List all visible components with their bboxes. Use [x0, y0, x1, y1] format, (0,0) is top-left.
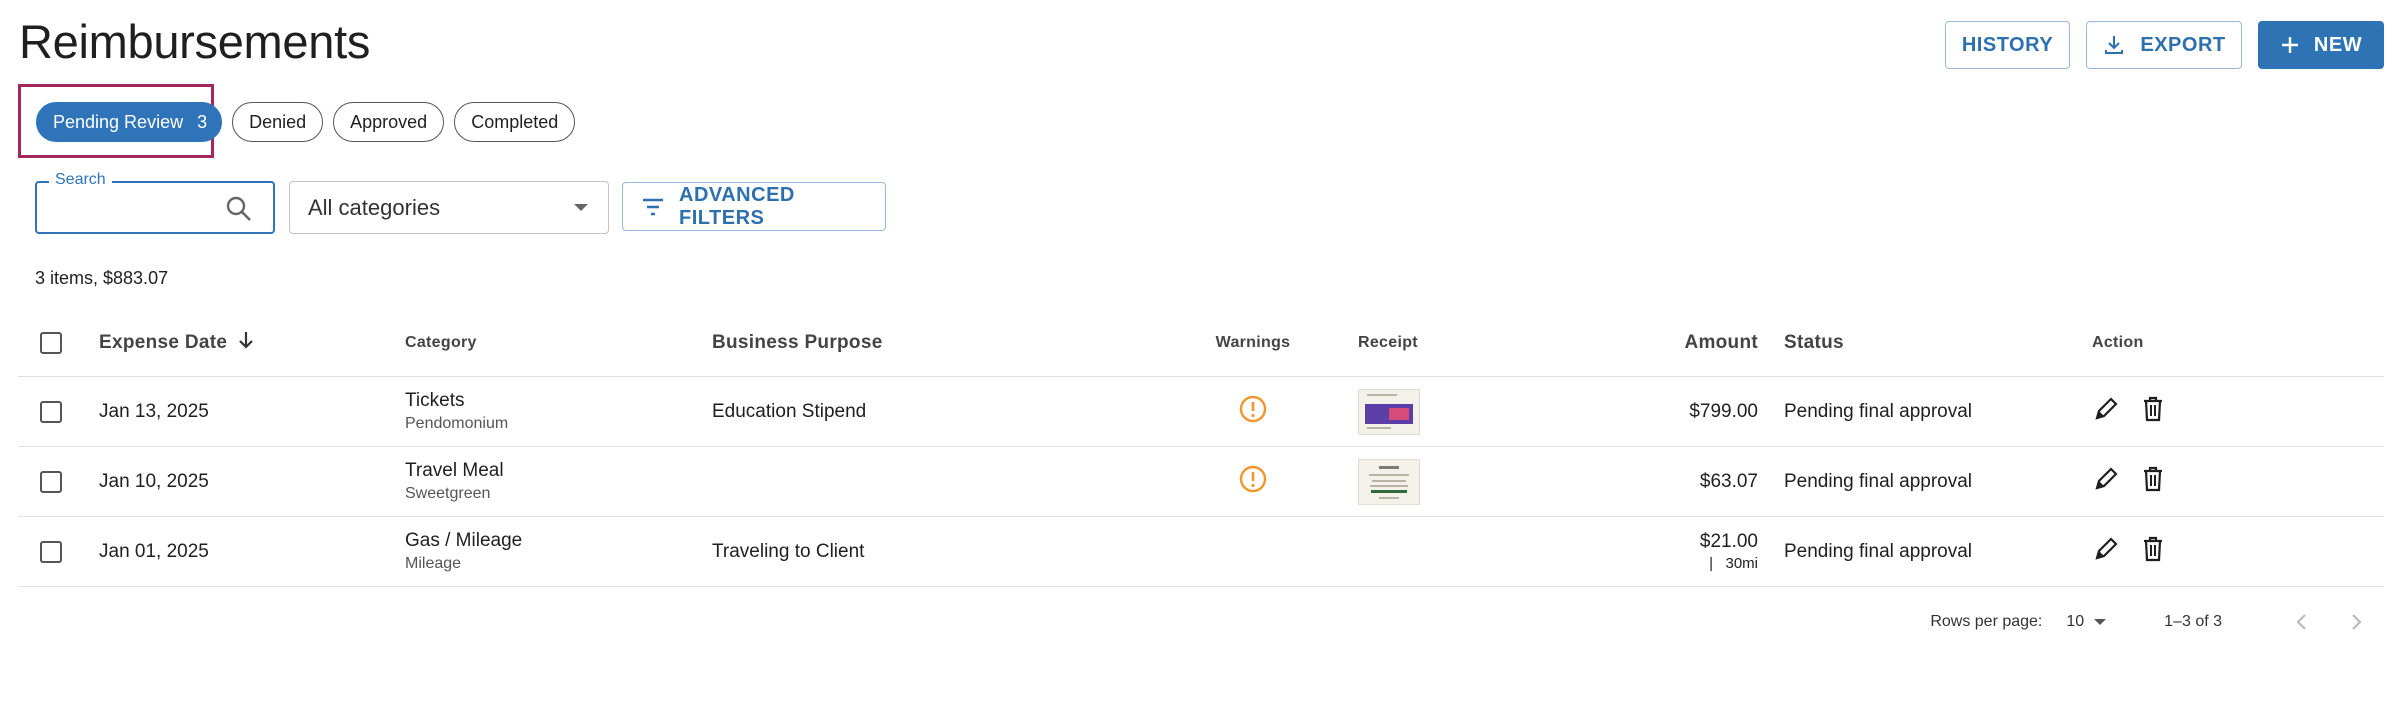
select-all-checkbox[interactable]: [40, 332, 62, 354]
status-text: Pending final approval: [1784, 400, 1973, 422]
expense-date: Jan 01, 2025: [99, 540, 209, 562]
category-cell: Travel Meal Sweetgreen: [405, 447, 504, 516]
page-title: Reimbursements: [19, 15, 371, 68]
expense-date: Jan 10, 2025: [99, 470, 209, 492]
category-select-value: All categories: [308, 194, 441, 220]
tab-label: Denied: [249, 111, 307, 132]
business-purpose: Traveling to Client: [712, 540, 865, 562]
top-actions: HISTORY EXPORT NEW: [1945, 21, 2384, 69]
amount: $799.00: [1689, 377, 1758, 446]
trash-icon[interactable]: [2140, 465, 2166, 498]
amount-value: $799.00: [1689, 400, 1758, 422]
category-name: Travel Meal: [405, 460, 504, 481]
history-button-label: HISTORY: [1961, 33, 2054, 56]
tab-count-badge: 3: [197, 111, 208, 132]
page-range: 1–3 of 3: [2164, 613, 2222, 630]
chevron-left-icon[interactable]: [2284, 604, 2320, 640]
rows-per-page-select[interactable]: 10: [2066, 613, 2107, 631]
chevron-down-icon: [2094, 619, 2107, 625]
table-row[interactable]: Jan 01, 2025 Gas / Mileage Mileage Trave…: [18, 517, 2384, 587]
tab-approved[interactable]: Approved: [333, 102, 445, 142]
category-cell: Gas / Mileage Mileage: [405, 517, 522, 586]
filter-icon: [641, 197, 665, 217]
category-name: Tickets: [405, 390, 465, 411]
export-button-label: EXPORT: [2140, 33, 2226, 56]
mileage-distance: | 30mi: [1709, 555, 1758, 572]
trash-icon[interactable]: [2140, 535, 2166, 568]
search-label: Search: [49, 171, 112, 189]
amount: $63.07: [1700, 447, 1758, 516]
status-text: Pending final approval: [1784, 540, 1973, 562]
tab-label: Approved: [350, 111, 428, 132]
merchant-name: Sweetgreen: [405, 485, 491, 502]
merchant-name: Mileage: [405, 555, 462, 572]
plus-icon: [2280, 35, 2300, 55]
amount-value: $63.07: [1699, 470, 1758, 492]
new-button[interactable]: NEW: [2258, 21, 2384, 69]
row-checkbox[interactable]: [40, 470, 62, 493]
header-expense-date[interactable]: Expense Date: [99, 310, 255, 376]
table-header-row: Expense Date Category Business Purpose W…: [18, 310, 2384, 377]
advanced-filters-button[interactable]: ADVANCED FILTERS: [622, 182, 886, 231]
pagination: Rows per page: 10 1–3 of 3: [1930, 604, 2374, 640]
pencil-icon[interactable]: [2092, 535, 2120, 568]
tab-label: Pending Review: [53, 111, 184, 132]
items-summary: 3 items, $883.07: [35, 268, 169, 288]
search-input[interactable]: [49, 195, 223, 223]
amount: $21.00 | 30mi: [1700, 517, 1758, 586]
receipt-thumbnail[interactable]: [1358, 458, 1420, 505]
download-icon: [2102, 33, 2126, 57]
history-button[interactable]: HISTORY: [1945, 21, 2070, 69]
header-receipt: Receipt: [1358, 334, 1418, 351]
status-tabs: Pending Review 3 Denied Approved Complet…: [36, 102, 576, 142]
export-button[interactable]: EXPORT: [2086, 21, 2242, 69]
header-label: Expense Date: [99, 332, 228, 353]
search-field: Search: [35, 171, 275, 234]
tab-label: Completed: [471, 111, 559, 132]
header-status: Status: [1784, 332, 1844, 353]
header-amount: Amount: [1684, 332, 1758, 353]
tab-completed[interactable]: Completed: [454, 102, 576, 142]
rows-per-page-label: Rows per page:: [1930, 613, 2043, 630]
table-row[interactable]: Jan 10, 2025 Travel Meal Sweetgreen $63.…: [18, 447, 2384, 517]
header-category: Category: [405, 334, 477, 351]
expense-date: Jan 13, 2025: [99, 400, 209, 422]
warning-icon[interactable]: [1238, 464, 1268, 499]
chevron-down-icon: [574, 204, 588, 211]
pencil-icon[interactable]: [2092, 395, 2120, 428]
arrow-down-icon: [237, 330, 255, 356]
category-cell: Tickets Pendomonium: [405, 377, 508, 446]
status-text: Pending final approval: [1784, 470, 1973, 492]
business-purpose: Education Stipend: [712, 400, 867, 422]
chevron-right-icon[interactable]: [2338, 604, 2374, 640]
advanced-filters-label: ADVANCED FILTERS: [679, 183, 795, 229]
tab-pending-review[interactable]: Pending Review 3: [36, 102, 223, 142]
reimbursements-table: Expense Date Category Business Purpose W…: [18, 310, 2384, 587]
rows-per-page-value: 10: [2066, 613, 2085, 630]
receipt-thumbnail[interactable]: [1358, 388, 1420, 435]
header-action: Action: [2092, 334, 2144, 351]
category-name: Gas / Mileage: [405, 530, 523, 551]
merchant-name: Pendomonium: [405, 415, 509, 432]
table-row[interactable]: Jan 13, 2025 Tickets Pendomonium Educati…: [18, 377, 2384, 447]
header-warnings: Warnings: [1215, 334, 1291, 351]
row-checkbox[interactable]: [40, 400, 62, 423]
trash-icon[interactable]: [2140, 395, 2166, 428]
warning-icon[interactable]: [1238, 394, 1268, 429]
tab-denied[interactable]: Denied: [232, 102, 324, 142]
row-checkbox[interactable]: [40, 540, 62, 563]
category-select[interactable]: All categories: [289, 181, 609, 234]
search-icon[interactable]: [225, 195, 253, 228]
header-business-purpose: Business Purpose: [712, 332, 883, 353]
new-button-label: NEW: [2313, 33, 2363, 56]
amount-value: $21.00: [1699, 531, 1758, 552]
pencil-icon[interactable]: [2092, 465, 2120, 498]
